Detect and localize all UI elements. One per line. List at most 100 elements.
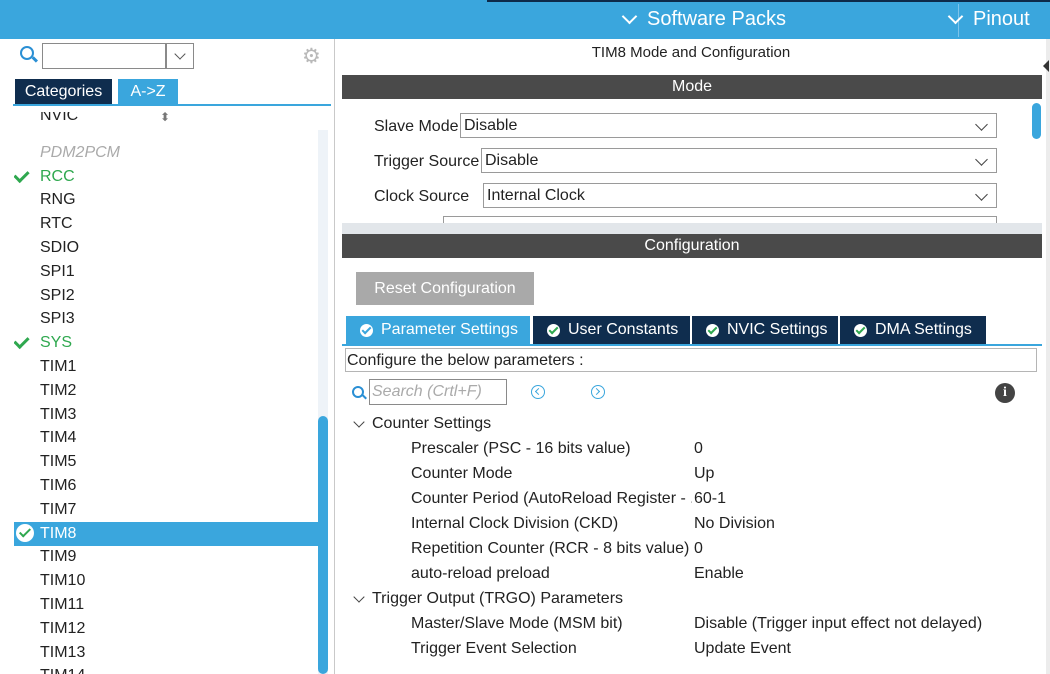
clock-source-select[interactable]: Internal Clock — [483, 183, 997, 208]
param-value[interactable]: Disable (Trigger input effect not delaye… — [694, 615, 982, 633]
list-item[interactable]: TIM14 — [14, 664, 318, 674]
list-item-label: NVIC — [40, 112, 79, 124]
search-icon — [352, 386, 364, 398]
slave-mode-select[interactable]: Disable — [460, 113, 997, 138]
list-item[interactable]: TIM1 — [14, 355, 318, 379]
left-panel-border — [334, 39, 335, 674]
param-value[interactable]: 0 — [694, 540, 703, 558]
list-item-label: TIM11 — [40, 596, 85, 613]
list-item[interactable]: TIM12 — [14, 617, 318, 641]
chevron-down-icon — [975, 188, 988, 201]
list-item-label: SDIO — [40, 239, 80, 256]
param-name: Counter Mode — [411, 465, 513, 482]
param-value[interactable]: Up — [694, 465, 714, 483]
list-item-label: RCC — [40, 167, 75, 185]
check-circle-icon — [16, 523, 34, 542]
param-value[interactable]: Update Event — [694, 640, 791, 658]
param-value[interactable]: 60-1 — [694, 490, 726, 508]
list-item[interactable]: SDIO — [14, 236, 318, 260]
check-circle-icon — [360, 323, 373, 337]
panel-title: TIM8 Mode and Configuration — [591, 44, 791, 61]
list-item[interactable]: TIM4 — [14, 426, 318, 450]
list-item[interactable]: TIM10 — [14, 569, 318, 593]
list-item[interactable]: RCC — [14, 165, 318, 189]
trigger-source-label: Trigger Source — [374, 153, 480, 170]
list-item[interactable]: TIM3 — [14, 403, 318, 427]
chevron-down-icon — [353, 415, 365, 428]
trigger-source-value: Disable — [485, 152, 539, 169]
list-item-label: TIM8 — [40, 524, 77, 542]
list-item[interactable]: RNG — [14, 188, 318, 212]
list-item-label: TIM4 — [40, 429, 77, 447]
chevron-down-icon — [353, 590, 365, 603]
slave-mode-label: Slave Mode — [374, 118, 459, 135]
group-counter-settings[interactable]: Counter Settings — [352, 415, 491, 433]
tab-categories[interactable]: Categories — [15, 79, 112, 104]
parameter-search-input[interactable] — [369, 379, 507, 405]
param-name: Counter Period (AutoReload Register - ..… — [411, 490, 692, 507]
left-scrollbar-thumb[interactable] — [318, 416, 328, 674]
tab-label: NVIC Settings — [727, 321, 828, 338]
info-icon[interactable]: i — [995, 383, 1015, 403]
partial-select[interactable] — [443, 216, 997, 223]
tab-label: DMA Settings — [875, 321, 972, 338]
previous-match-icon[interactable] — [531, 385, 545, 399]
list-item[interactable]: TIM6 — [14, 474, 318, 498]
panel-scrollbar[interactable] — [1046, 39, 1050, 674]
list-item[interactable]: SYS — [14, 331, 318, 355]
mode-area: Slave Mode Disable Trigger Source Disabl… — [342, 99, 1042, 223]
list-item-label: TIM1 — [40, 358, 77, 375]
list-item[interactable]: SPI2 — [14, 284, 318, 308]
list-item-label: TIM7 — [40, 500, 77, 518]
group-trigger-output[interactable]: Trigger Output (TRGO) Parameters — [352, 590, 623, 608]
check-icon — [14, 333, 30, 350]
tab-parameter-settings[interactable]: Parameter Settings — [346, 316, 530, 344]
collapse-arrow-icon[interactable] — [1043, 60, 1049, 72]
param-value[interactable]: Enable — [694, 565, 744, 583]
list-item[interactable]: PDM2PCM — [14, 141, 318, 165]
tab-nvic-settings[interactable]: NVIC Settings — [692, 316, 838, 344]
list-item-label: TIM6 — [40, 477, 77, 494]
list-item-label: TIM5 — [40, 453, 77, 471]
list-item[interactable]: SPI1 — [14, 260, 318, 284]
tab-label: Parameter Settings — [381, 321, 518, 338]
list-item-label: TIM9 — [40, 548, 77, 566]
list-item[interactable]: TIM13 — [14, 641, 318, 665]
list-item[interactable]: TIM8 — [14, 521, 318, 546]
list-item-label: TIM2 — [40, 381, 77, 399]
tab-dma-settings[interactable]: DMA Settings — [840, 316, 986, 344]
param-value[interactable]: No Division — [694, 515, 775, 533]
list-item[interactable]: TIM2 — [14, 379, 318, 403]
configuration-section-header: Configuration — [342, 234, 1042, 258]
list-item[interactable]: TIM11 — [14, 593, 318, 617]
software-packs-menu[interactable]: Software Packs — [621, 8, 786, 31]
list-item[interactable]: NVIC — [14, 112, 318, 128]
section-splitter[interactable] — [342, 223, 1042, 234]
param-value[interactable]: 0 — [694, 440, 703, 458]
list-item-label: TIM13 — [40, 643, 86, 661]
top-bar — [0, 0, 1050, 39]
list-item-label: SYS — [40, 334, 73, 352]
check-circle-icon — [547, 323, 560, 337]
param-name: Repetition Counter (RCR - 8 bits value) — [411, 540, 690, 557]
search-history-dropdown[interactable] — [166, 43, 194, 69]
list-item[interactable]: TIM7 — [14, 498, 318, 522]
next-match-icon[interactable] — [591, 385, 605, 399]
list-item-label: SPI3 — [40, 310, 75, 328]
pinout-menu[interactable]: Pinout — [947, 8, 1030, 31]
list-item[interactable]: TIM5 — [14, 450, 318, 474]
trigger-source-select[interactable]: Disable — [481, 148, 997, 173]
chevron-down-icon — [621, 8, 638, 25]
peripheral-search-input[interactable] — [42, 43, 166, 69]
mode-scrollbar-thumb[interactable] — [1032, 103, 1041, 139]
chevron-down-icon — [975, 153, 988, 166]
tab-a-to-z[interactable]: A->Z — [118, 79, 178, 104]
gear-icon[interactable]: ⚙ — [302, 44, 321, 69]
list-item[interactable]: SPI3 — [14, 307, 318, 331]
tab-user-constants[interactable]: User Constants — [533, 316, 690, 344]
reset-configuration-button[interactable]: Reset Configuration — [356, 272, 534, 305]
list-item[interactable]: RTC — [14, 212, 318, 236]
list-item[interactable]: TIM9 — [14, 545, 318, 569]
tab-label: User Constants — [568, 321, 679, 338]
software-packs-label: Software Packs — [647, 8, 786, 30]
